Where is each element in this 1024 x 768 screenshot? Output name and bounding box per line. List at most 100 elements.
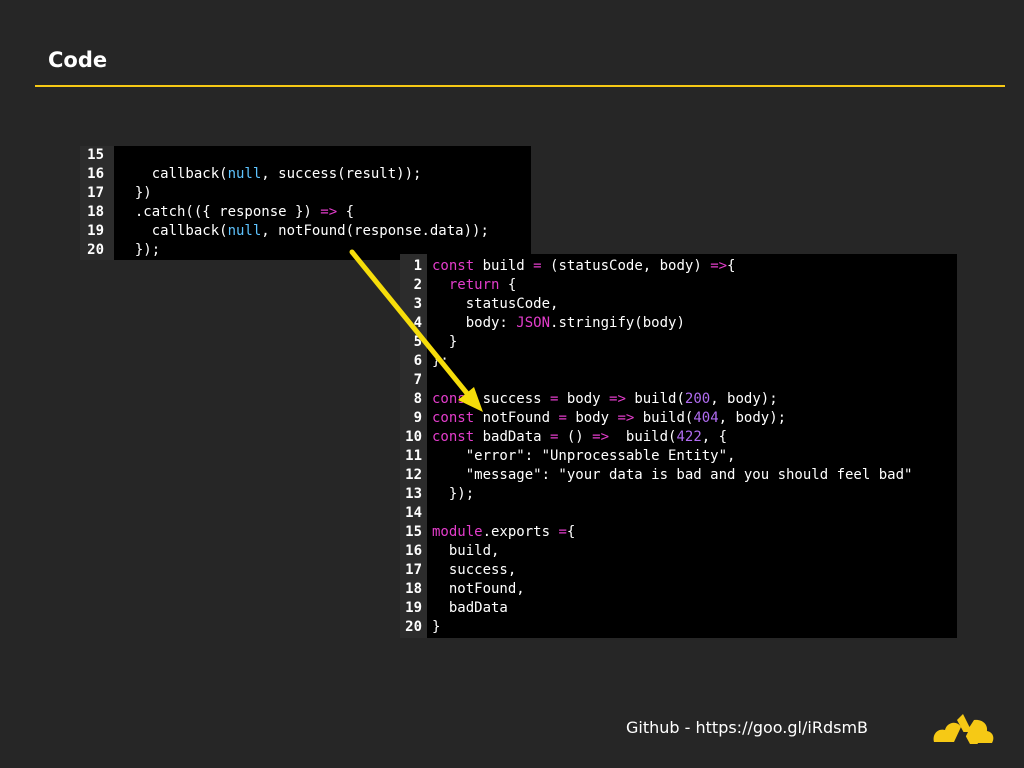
code-token: } (432, 619, 441, 635)
code-token: build( (625, 391, 685, 407)
code-line: 15 module.exports ={ (400, 523, 957, 542)
code-line: 8 const success = body => build(200, body… (400, 390, 957, 409)
code-line: 17 }) (80, 184, 531, 203)
code-token: , { (701, 429, 728, 445)
code-text: "message": "your data is bad and you sho… (432, 466, 913, 485)
code-text: badData (432, 599, 508, 618)
line-number: 15 (87, 147, 104, 163)
code-line: 7 (400, 371, 957, 390)
code-text: body: JSON.stringify(body) (432, 314, 685, 333)
code-text: callback(null, notFound(response.data)); (118, 222, 489, 241)
code-token: success (474, 391, 551, 407)
code-text: notFound, (432, 580, 525, 599)
code-token: notFound (474, 410, 559, 426)
line-number: 10 (405, 429, 422, 445)
code-token: }); (118, 242, 161, 258)
code-line: 2 return { (400, 276, 957, 295)
line-number: 12 (405, 467, 422, 483)
code-token: , success(result)); (261, 166, 422, 182)
code-token: "error": "Unprocessable Entity", (432, 448, 736, 464)
line-number: 6 (413, 353, 422, 369)
code-token: statusCode, (432, 296, 559, 312)
code-token: "message": "your data is bad and you sho… (432, 467, 913, 483)
code-token: 200 (684, 391, 711, 407)
code-token: notFound, (432, 581, 525, 597)
logo-icon (933, 714, 994, 744)
code-token: const (432, 429, 475, 445)
code-token: => (609, 391, 626, 407)
code-line: 1 const build = (statusCode, body) =>{ (400, 257, 957, 276)
code-text: } (432, 333, 457, 352)
line-number: 17 (405, 562, 422, 578)
code-token: build( (634, 410, 694, 426)
line-number: 19 (405, 600, 422, 616)
code-token: = (558, 524, 567, 540)
line-number: 14 (405, 505, 422, 521)
code-snippet-responses: 1 const build = (statusCode, body) =>{2 r… (400, 254, 957, 638)
code-token: JSON (516, 315, 551, 331)
code-text: const notFound = body => build(404, body… (432, 409, 786, 428)
code-line: 19 callback(null, notFound(response.data… (80, 222, 531, 241)
code-line: 12 "message": "your data is bad and you … (400, 466, 957, 485)
code-token: => (592, 429, 610, 445)
code-token: null (227, 223, 262, 239)
code-line: 17 success, (400, 561, 957, 580)
code-token: }) (118, 185, 152, 201)
code-token: { (566, 524, 576, 540)
line-number: 1 (413, 258, 422, 274)
line-number: 18 (405, 581, 422, 597)
code-line: 13 }); (400, 485, 957, 504)
code-token: callback( (118, 166, 228, 182)
code-line: 5 } (400, 333, 957, 352)
code-line: 18 notFound, (400, 580, 957, 599)
code-token: = (533, 258, 542, 274)
code-token: build, (432, 543, 500, 559)
line-number: 5 (413, 334, 422, 350)
code-token: callback( (118, 223, 228, 239)
code-token: body (558, 391, 610, 407)
code-token: }; (432, 353, 449, 369)
code-text: statusCode, (432, 295, 559, 314)
code-line: 20} (400, 618, 957, 637)
code-text: success, (432, 561, 516, 580)
github-link[interactable]: Github - https://goo.gl/iRdsmB (626, 718, 868, 737)
code-text: }) (118, 184, 152, 203)
line-number: 4 (413, 315, 422, 331)
code-token: const (432, 410, 475, 426)
slide-title: Code (48, 48, 108, 72)
code-token: module (432, 524, 483, 540)
code-token: , notFound(response.data)); (261, 223, 489, 239)
code-text: "error": "Unprocessable Entity", (432, 447, 736, 466)
code-line: 3 statusCode, (400, 295, 957, 314)
code-line: 16 build, (400, 542, 957, 561)
code-token: badData (432, 600, 508, 616)
code-token: const (432, 258, 475, 274)
code-text: }); (432, 485, 474, 504)
code-line: 4 body: JSON.stringify(body) (400, 314, 957, 333)
line-number: 3 (413, 296, 422, 312)
code-line: 14 (400, 504, 957, 523)
code-token: body (566, 410, 618, 426)
line-number: 2 (413, 277, 422, 293)
code-line: 9 const notFound = body => build(404, bod… (400, 409, 957, 428)
line-number: 7 (413, 372, 422, 388)
code-token: () (558, 429, 593, 445)
code-token: { (727, 258, 736, 274)
code-token: const (432, 391, 475, 407)
code-snippet-callback: 15 16 callback(null, success(result)); 17 … (80, 146, 531, 260)
code-token: => (617, 410, 635, 426)
code-token: = (558, 410, 567, 426)
line-number: 11 (405, 448, 422, 464)
code-text: }; (432, 352, 449, 371)
code-token: build( (609, 429, 677, 445)
line-number: 8 (413, 391, 422, 407)
code-text: const build = (statusCode, body) =>{ (432, 257, 735, 276)
code-token: .stringify(body) (550, 315, 685, 331)
code-text: build, (432, 542, 500, 561)
code-token: 422 (676, 429, 702, 445)
code-token: body: (432, 315, 517, 331)
code-token: { (337, 204, 355, 220)
line-number: 16 (405, 543, 422, 559)
code-token: => (320, 204, 338, 220)
